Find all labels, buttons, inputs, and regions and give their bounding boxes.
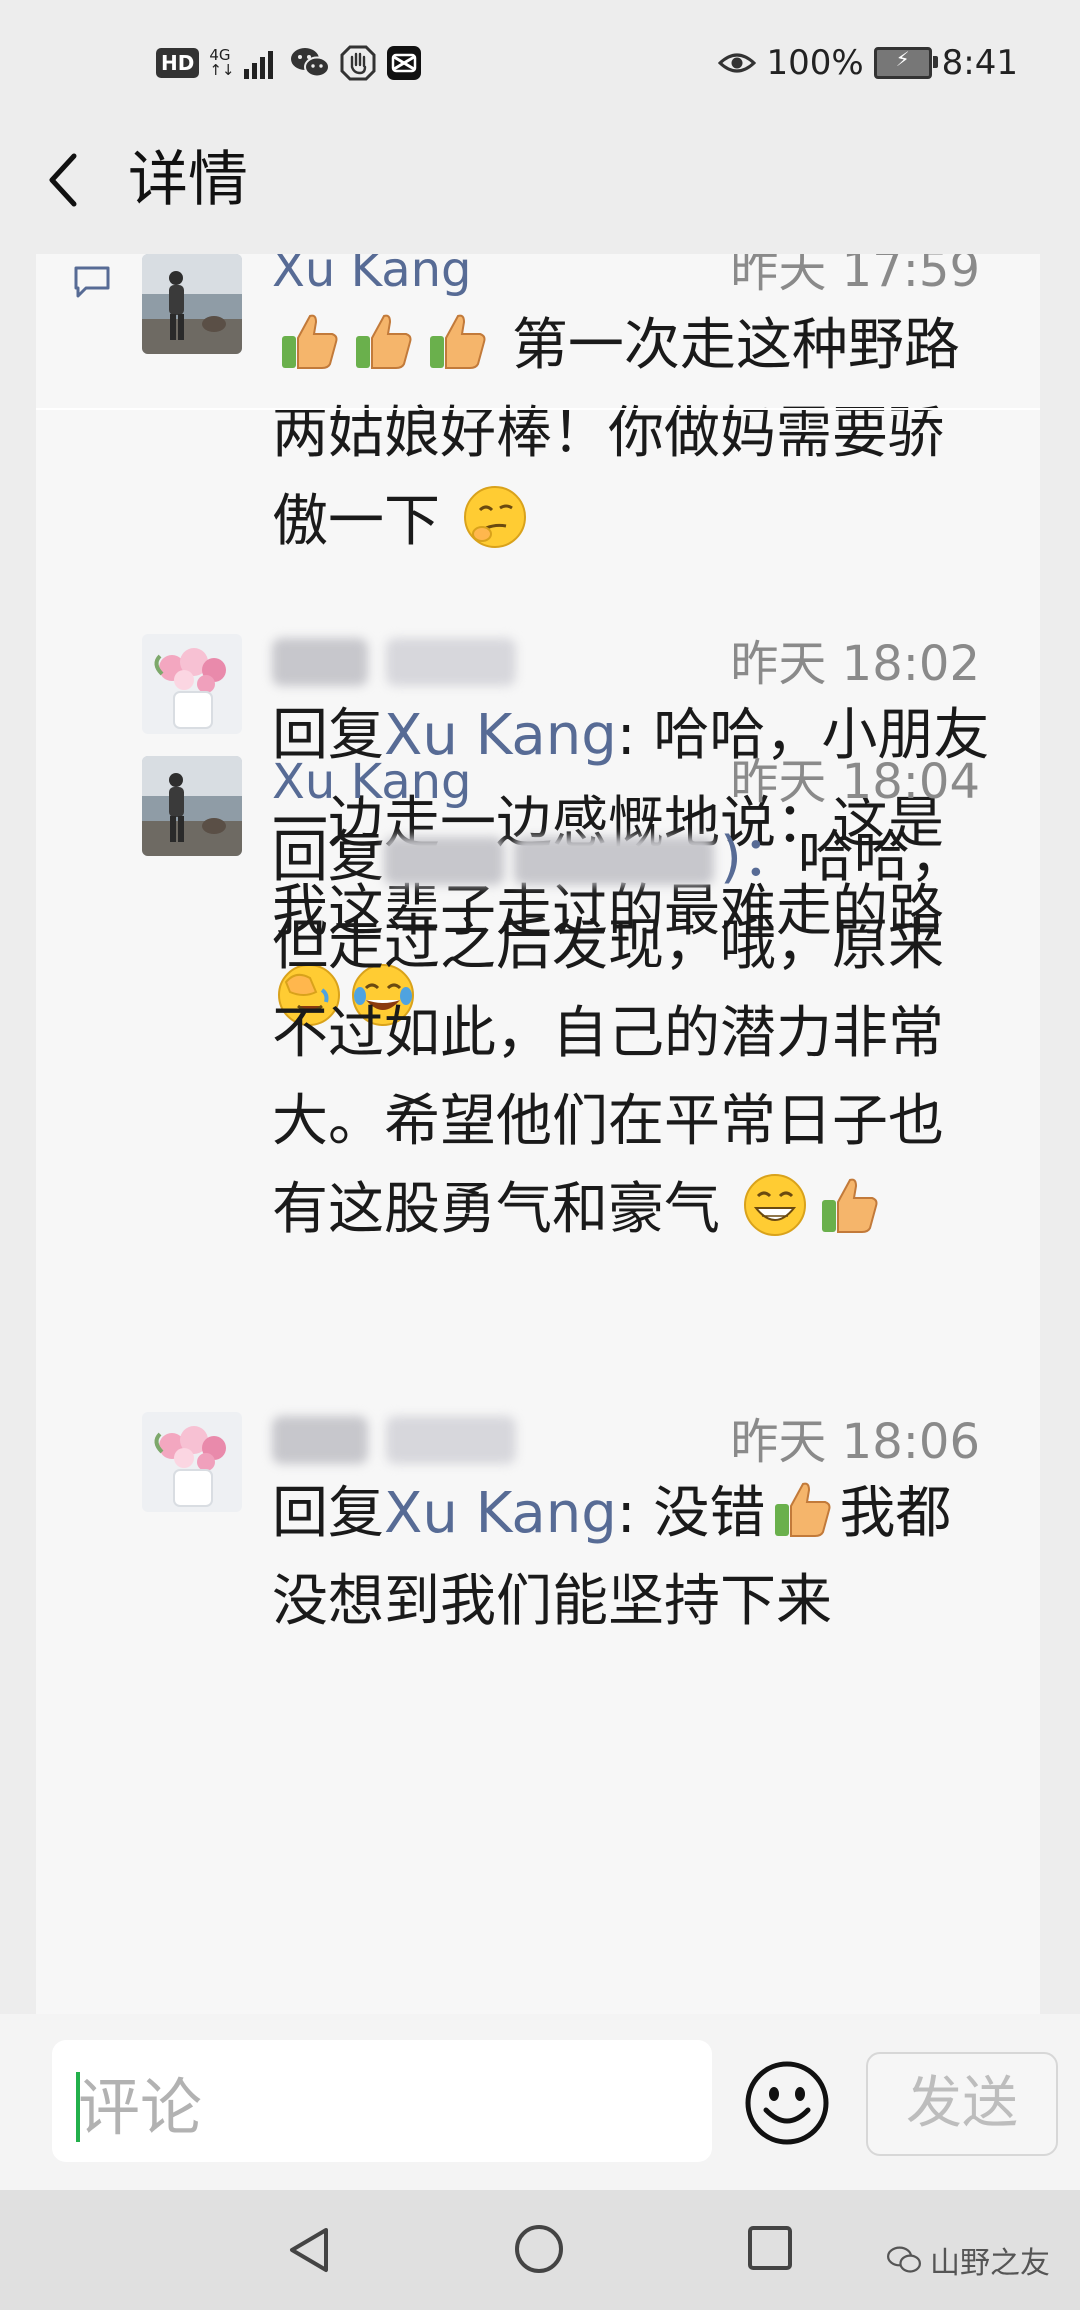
- reply-prefix: 回复: [272, 1481, 384, 1546]
- recent-square-icon[interactable]: [746, 2224, 794, 2272]
- hand-icon: [340, 45, 376, 81]
- comment-text: 回复Xu Kang: 没错 我都没想到我们能坚持下来: [272, 1470, 992, 1646]
- avatar[interactable]: [142, 756, 242, 856]
- hd-icon: HD: [156, 48, 200, 78]
- comment-author[interactable]: Xu Kang: [272, 254, 472, 300]
- chevron-left-icon[interactable]: [44, 150, 84, 210]
- smile-icon[interactable]: [744, 2060, 830, 2146]
- status-bar-left: HD 4G ↑↓: [156, 40, 422, 86]
- blurred-reply-target: [384, 836, 504, 885]
- send-button[interactable]: 发送: [866, 2052, 1058, 2156]
- list-item[interactable]: Xu Kang 昨天 18:04 回复)：哈哈，但走过之后发现，哦，原来不过如此…: [36, 754, 1040, 1396]
- wechat-icon: [887, 2246, 921, 2273]
- list-item[interactable]: Xu Kang 昨天 17:59 第一次走这种野路两姑娘好棒！你做妈需要骄傲一下: [36, 254, 1040, 598]
- comment-body: : 没错: [616, 1481, 766, 1546]
- smirk-emoji-icon: [463, 486, 526, 548]
- blurred-author-name[interactable]: [272, 1416, 534, 1472]
- home-circle-icon[interactable]: [512, 2222, 566, 2276]
- reply-suffix: )：: [720, 825, 798, 890]
- back-triangle-icon[interactable]: [284, 2224, 334, 2276]
- blurred-reply-target: [514, 836, 714, 885]
- comment-time: 昨天 18:02: [730, 636, 980, 692]
- battery-icon: ⚡: [873, 47, 938, 79]
- comment-time: 昨天 18:04: [730, 754, 980, 810]
- clock: 8:41: [941, 43, 1018, 83]
- reply-to-link[interactable]: Xu Kang: [384, 1481, 617, 1546]
- person-by-lake-avatar: [142, 756, 242, 856]
- comment-icon: [74, 266, 110, 298]
- comment-time: 昨天 17:59: [730, 254, 980, 298]
- avatar[interactable]: [142, 1412, 242, 1512]
- watermark-text: 山野之友: [930, 2246, 1050, 2281]
- flowers-avatar: [142, 1412, 242, 1512]
- list-item[interactable]: 昨天 18:06 回复Xu Kang: 没错 我都没想到我们能坚持下来: [36, 1412, 1040, 1712]
- avatar[interactable]: [142, 254, 242, 354]
- capcut-icon: [387, 46, 422, 80]
- wechat-icon: [291, 48, 331, 78]
- comment-time: 昨天 18:06: [730, 1414, 980, 1470]
- comment-author[interactable]: Xu Kang: [272, 752, 472, 812]
- status-bar-right: 100% ⚡ 8:41: [718, 40, 1018, 86]
- thumbs-up-icon: [430, 314, 486, 369]
- signal-icon: [244, 51, 274, 79]
- comment-input-placeholder[interactable]: 评论: [78, 2070, 202, 2146]
- person-by-lake-avatar: [142, 254, 242, 354]
- thumbs-up-icon: [282, 314, 338, 369]
- blurred-author-name[interactable]: [272, 638, 534, 694]
- comment-text: 回复)：哈哈，但走过之后发现，哦，原来不过如此，自己的潜力非常大。希望他们在平常…: [272, 814, 992, 1254]
- battery-percent: 100%: [766, 43, 864, 83]
- comment-text: 第一次走这种野路两姑娘好棒！你做妈需要骄傲一下: [272, 302, 992, 566]
- network-activity-label: ↑↓: [209, 61, 235, 79]
- thumbs-up-icon: [821, 1178, 878, 1233]
- eye-comfort-icon: [718, 53, 757, 73]
- network-type-icon: 4G ↑↓: [209, 48, 234, 78]
- comments-panel: Xu Kang 昨天 17:59 第一次走这种野路两姑娘好棒！你做妈需要骄傲一下: [36, 254, 1040, 2014]
- reply-prefix: 回复: [272, 825, 384, 890]
- grin-emoji-icon: [743, 1174, 806, 1236]
- page-title: 详情: [128, 145, 248, 215]
- watermark: 山野之友: [886, 2238, 1050, 2282]
- thumbs-up-icon: [775, 1482, 831, 1537]
- flowers-avatar: [142, 634, 242, 734]
- avatar[interactable]: [142, 634, 242, 734]
- divider: [36, 408, 1040, 410]
- thumbs-up-icon: [356, 314, 412, 369]
